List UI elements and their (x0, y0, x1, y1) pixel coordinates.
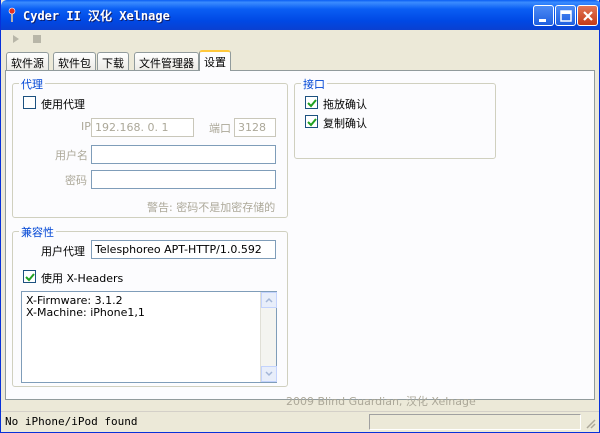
vertical-scrollbar[interactable] (260, 292, 277, 382)
compat-group: 兼容性 用户代理 Telesphoreo APT-HTTP/1.0.592 使用… (12, 224, 288, 387)
credit-text: 2009 Blind Guardian, 汉化 Xelnage (286, 395, 476, 408)
proxy-group-title: 代理 (19, 76, 45, 92)
xheaders-checkbox[interactable] (23, 270, 36, 283)
proxy-group: 代理 使用代理 IP 192.168. 0. 1 端口 3128 用户名 密码 … (12, 76, 288, 218)
close-button[interactable] (577, 5, 598, 26)
close-icon (583, 11, 593, 21)
checkmark-icon (307, 99, 317, 108)
xheaders-label: 使用 X-Headers (41, 272, 124, 285)
tab-packages[interactable]: 软件包 (53, 52, 96, 70)
ip-field[interactable]: 192.168. 0. 1 (91, 118, 194, 137)
status-text: No iPhone/iPod found (5, 415, 138, 428)
maximize-button[interactable] (555, 5, 576, 26)
status-pane (369, 414, 581, 430)
app-icon (8, 7, 16, 22)
drag-confirm-checkbox[interactable] (305, 96, 318, 109)
password-warning: 警告: 密码不是加密存储的 (147, 201, 276, 214)
user-agent-field[interactable]: Telesphoreo APT-HTTP/1.0.592 (91, 240, 276, 259)
password-label: 密码 (65, 174, 87, 187)
copy-confirm-checkbox[interactable] (305, 115, 318, 128)
interface-group: 接口 拖放确认 复制确认 (294, 76, 496, 159)
user-agent-label: 用户代理 (41, 245, 85, 258)
title-bar[interactable]: Cyder II 汉化 Xelnage (1, 0, 600, 30)
tab-sources[interactable]: 软件源 (6, 52, 49, 70)
interface-group-title: 接口 (301, 76, 327, 92)
resize-grip-icon[interactable] (584, 417, 596, 429)
tab-settings[interactable]: 设置 (199, 50, 231, 71)
chevron-down-icon (265, 371, 273, 377)
scroll-down-button[interactable] (261, 366, 277, 382)
app-window: Cyder II 汉化 Xelnage 软件源 软件包 下载 文件管理器 设置 … (0, 0, 600, 433)
maximize-icon (560, 10, 572, 22)
port-field[interactable]: 3128 (234, 118, 276, 137)
tab-downloads[interactable]: 下载 (97, 52, 129, 70)
password-field[interactable] (91, 170, 276, 189)
status-bar: No iPhone/iPod found (1, 411, 599, 432)
tab-file-manager[interactable]: 文件管理器 (134, 52, 199, 70)
username-field[interactable] (91, 145, 276, 164)
checkmark-icon (307, 118, 317, 127)
minimize-icon (539, 19, 546, 22)
chevron-up-icon (265, 297, 273, 303)
checkmark-icon (25, 273, 35, 282)
window-title: Cyder II 汉化 Xelnage (23, 9, 170, 23)
play-icon[interactable] (11, 34, 21, 44)
xheader-line: X-Machine: iPhone1,1 (26, 306, 145, 319)
ip-label: IP (81, 120, 91, 133)
xheaders-textarea[interactable]: X-Firmware: 3.1.2 X-Machine: iPhone1,1 (21, 291, 277, 383)
port-label: 端口 (209, 122, 231, 135)
drag-confirm-label: 拖放确认 (323, 98, 367, 111)
minimize-button[interactable] (533, 5, 554, 26)
username-label: 用户名 (55, 149, 88, 162)
compat-group-title: 兼容性 (19, 224, 56, 240)
stop-icon[interactable] (32, 34, 42, 44)
scroll-up-button[interactable] (261, 292, 277, 308)
use-proxy-label: 使用代理 (41, 98, 85, 111)
copy-confirm-label: 复制确认 (323, 117, 367, 130)
settings-panel: 代理 使用代理 IP 192.168. 0. 1 端口 3128 用户名 密码 … (5, 70, 595, 408)
use-proxy-checkbox[interactable] (23, 96, 36, 109)
